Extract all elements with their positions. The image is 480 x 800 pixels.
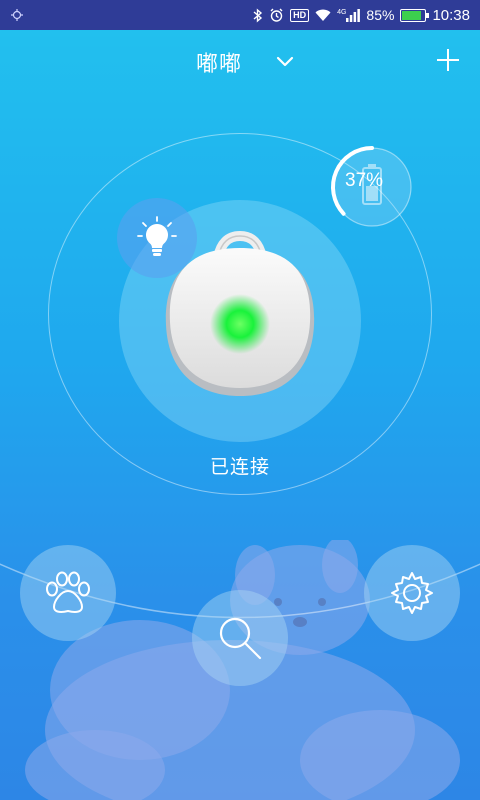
alarm-icon [269,8,284,23]
notification-icon [10,8,24,22]
settings-button[interactable] [364,545,460,641]
chevron-down-icon [276,56,294,67]
battery-percent-text: 85% [366,7,395,23]
device-selector[interactable]: 嘟嘟 [196,46,294,78]
search-icon [219,617,262,660]
header: 嘟嘟 [0,30,480,92]
hd-icon: HD [290,8,310,22]
paw-icon [46,571,90,613]
device-battery-text: 37% [345,170,384,191]
pet-button[interactable] [20,545,116,641]
network-label: 4G [337,8,347,16]
page-title: 嘟嘟 [196,52,243,77]
plus-icon[interactable] [436,48,460,72]
light-bulb-button[interactable] [117,198,197,278]
signal-icon: 4G [337,8,361,22]
status-bar: HD 4G 85% 10:38 [0,0,480,30]
connection-status: 已连接 [209,456,270,478]
gear-icon [391,572,433,614]
light-bulb-icon [137,216,177,256]
wifi-icon [315,9,331,22]
bluetooth-icon [253,7,263,23]
search-button[interactable] [192,590,288,686]
battery-icon [400,8,430,22]
clock-text: 10:38 [432,6,470,24]
